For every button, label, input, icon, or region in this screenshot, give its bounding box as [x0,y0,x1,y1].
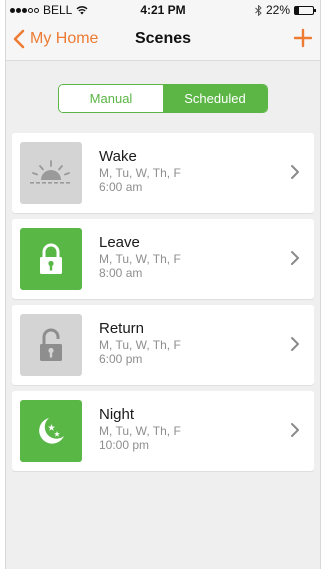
scene-row-return[interactable]: Return M, Tu, W, Th, F 6:00 pm [12,305,314,385]
scene-text: Night M, Tu, W, Th, F 10:00 pm [99,406,181,452]
status-bar: BELL 4:21 PM 22% [6,0,320,20]
scene-days: M, Tu, W, Th, F [99,424,181,438]
scene-name: Night [99,406,135,423]
segment-scheduled[interactable]: Scheduled [163,85,267,112]
lock-open-icon [40,328,62,361]
navigation-bar: My Home Scenes [6,20,320,61]
sunrise-icon [30,160,70,184]
scene-time: 10:00 pm [99,438,150,452]
scene-text: Wake M, Tu, W, Th, F 6:00 am [99,148,181,194]
scene-days: M, Tu, W, Th, F [99,252,181,266]
back-button[interactable]: My Home [12,29,98,49]
scene-list: Wake M, Tu, W, Th, F 6:00 am Leave M, Tu… [6,133,320,471]
scene-days: M, Tu, W, Th, F [99,166,181,180]
chevron-left-icon [13,29,25,49]
segment-manual[interactable]: Manual [59,85,163,112]
scene-row-night[interactable]: Night M, Tu, W, Th, F 10:00 pm [12,391,314,471]
schedule-segmented-control: Manual Scheduled [58,84,268,113]
scene-icon-tile [20,314,82,376]
phone-screen: BELL 4:21 PM 22% My Home Scenes Manual S… [5,0,321,569]
lock-closed-icon [40,243,62,274]
scene-time: 6:00 am [99,180,143,194]
battery-icon [294,5,316,15]
scene-name: Leave [99,234,140,251]
segment-wrapper: Manual Scheduled [6,61,320,133]
back-label: My Home [30,30,99,47]
scene-icon-tile [20,400,82,462]
scene-time: 8:00 am [99,266,143,280]
battery-percent: 22% [265,3,290,17]
plus-icon[interactable] [292,27,314,49]
scene-name: Wake [99,148,137,165]
scene-text: Leave M, Tu, W, Th, F 8:00 am [99,234,181,280]
chevron-right-icon [291,165,299,179]
scene-days: M, Tu, W, Th, F [99,338,181,352]
scene-time: 6:00 pm [99,352,143,366]
chevron-right-icon [291,251,299,265]
chevron-right-icon [291,337,299,351]
scene-icon-tile [20,228,82,290]
battery-level [295,6,299,14]
scene-text: Return M, Tu, W, Th, F 6:00 pm [99,320,181,366]
scene-name: Return [99,320,145,337]
scene-row-leave[interactable]: Leave M, Tu, W, Th, F 8:00 am [12,219,314,299]
chevron-right-icon [291,423,299,437]
scene-icon-tile [20,142,82,204]
status-right: 22% [255,3,316,17]
bluetooth-icon [255,4,262,16]
moon-stars-icon [39,418,64,444]
scene-row-wake[interactable]: Wake M, Tu, W, Th, F 6:00 am [12,133,314,213]
